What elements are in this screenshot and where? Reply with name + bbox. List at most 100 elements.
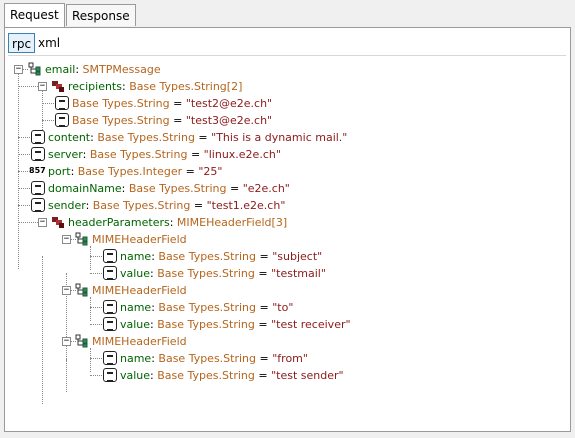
tree-node-port[interactable]: 857 port: Base Types.Integer = "25" [8, 163, 448, 180]
node-value: "to" [272, 301, 294, 314]
tree-line [90, 273, 102, 274]
node-value: "25" [198, 165, 223, 178]
subtab-xml[interactable]: xml [35, 33, 63, 53]
node-value: "e2e.ch" [242, 182, 290, 195]
node-type: SMTPMessage [82, 63, 161, 76]
struct-node-icon [75, 283, 88, 297]
tree-line [90, 324, 102, 325]
tab-response[interactable]: Response [66, 4, 136, 26]
tree-node-header-1-value[interactable]: value: Base Types.String = "testmail" [8, 265, 448, 282]
node-key: port [48, 165, 71, 178]
node-key: sender [48, 199, 86, 212]
tree-node-recipient-1[interactable]: Base Types.String = "test2@e2e.ch" [8, 95, 408, 112]
tree-line [18, 222, 38, 223]
node-key: content [48, 131, 91, 144]
tree-line [90, 358, 102, 359]
node-type: Base Types.String [128, 182, 227, 195]
collapse-icon[interactable]: − [38, 82, 47, 91]
node-key: server [48, 148, 83, 161]
string-value-icon [55, 96, 69, 110]
tree-line [18, 188, 30, 189]
collapse-icon[interactable]: − [62, 235, 71, 244]
tree-node-headerparameters[interactable]: − headerParameters: MIMEHeaderField[3] [8, 214, 448, 231]
node-value: "This is a dynamic mail." [211, 131, 348, 144]
tab-request[interactable]: Request [4, 3, 65, 27]
node-value: "from" [272, 352, 308, 365]
node-value: "test sender" [271, 369, 344, 382]
string-value-icon [103, 317, 117, 331]
collapse-icon[interactable]: − [14, 65, 23, 74]
tree-node-header-1-name[interactable]: name: Base Types.String = "subject" [8, 248, 448, 265]
tree-line [18, 171, 28, 172]
struct-node-icon [28, 62, 41, 76]
tree-line [90, 307, 102, 308]
string-value-icon [103, 249, 117, 263]
tree-line [42, 120, 54, 121]
struct-node-icon [75, 232, 88, 246]
string-value-icon [103, 351, 117, 365]
node-type: Base Types.String [157, 369, 255, 382]
node-type: Base Types.String [158, 352, 257, 365]
node-type: Base Types.Integer [77, 165, 183, 178]
string-value-icon [103, 300, 117, 314]
node-type: MIMEHeaderField [92, 284, 187, 297]
node-type: Base Types.String[2] [129, 80, 243, 93]
node-value: "test2@e2e.ch" [185, 97, 273, 110]
tree-node-recipients[interactable]: − recipients: Base Types.String[2] [8, 78, 408, 95]
node-key: name [120, 250, 152, 263]
node-value: "test3@e2e.ch" [185, 114, 273, 127]
node-type: Base Types.String [97, 131, 195, 144]
string-value-icon [103, 368, 117, 382]
tree-node-header-2-name[interactable]: name: Base Types.String = "to" [8, 299, 448, 316]
tree-node-header-2[interactable]: − MIMEHeaderField [8, 282, 448, 299]
string-value-icon [31, 130, 45, 144]
tree-node-content[interactable]: content: Base Types.String = "This is a … [8, 129, 448, 146]
node-type: Base Types.String [72, 97, 170, 110]
tree-line [18, 86, 38, 87]
request-panel: rpc xml − email: SMTPMessage − recipient… [4, 27, 571, 432]
node-key: headerParameters [68, 216, 170, 229]
node-type: Base Types.String [157, 318, 255, 331]
node-value: "test receiver" [271, 318, 351, 331]
string-value-icon [31, 147, 45, 161]
tree-node-header-3-name[interactable]: name: Base Types.String = "from" [8, 350, 448, 367]
tree-node-recipient-2[interactable]: Base Types.String = "test3@e2e.ch" [8, 112, 408, 129]
node-type: Base Types.String [158, 250, 257, 263]
node-key: name [120, 301, 152, 314]
node-type: Base Types.String [92, 199, 191, 212]
collapse-icon[interactable]: − [62, 337, 71, 346]
tree-line [18, 205, 30, 206]
tree-node-header-3-value[interactable]: value: Base Types.String = "test sender" [8, 367, 448, 384]
tree-line [90, 256, 102, 257]
tree-node-server[interactable]: server: Base Types.String = "linux.e2e.c… [8, 146, 448, 163]
tree-node-header-3[interactable]: − MIMEHeaderField [8, 333, 448, 350]
node-type: MIMEHeaderField [92, 335, 187, 348]
collapse-icon[interactable]: − [38, 218, 47, 227]
array-node-icon [52, 217, 64, 228]
tree-node-sender[interactable]: sender: Base Types.String = "test1.e2e.c… [8, 197, 448, 214]
tree-node-header-2-value[interactable]: value: Base Types.String = "test receive… [8, 316, 448, 333]
tree-line [90, 375, 102, 376]
array-node-icon [52, 81, 64, 92]
node-type: Base Types.String [158, 301, 257, 314]
tree-node-domainname[interactable]: domainName: Base Types.String = "e2e.ch" [8, 180, 448, 197]
tree-line [18, 154, 30, 155]
string-value-icon [103, 266, 117, 280]
string-value-icon [31, 198, 45, 212]
collapse-icon[interactable]: − [62, 286, 71, 295]
tree-line [42, 103, 54, 104]
tree-node-header-1[interactable]: − MIMEHeaderField [8, 231, 448, 248]
node-type: Base Types.String [72, 114, 170, 127]
node-type: MIMEHeaderField [92, 233, 187, 246]
message-tree: − email: SMTPMessage − recipients: Base … [8, 55, 566, 428]
node-type: Base Types.String [157, 267, 255, 280]
node-key: value [120, 369, 151, 382]
node-type: Base Types.String [89, 148, 188, 161]
subtab-rpc[interactable]: rpc [8, 33, 36, 53]
struct-node-icon [75, 334, 88, 348]
node-key: value [120, 318, 151, 331]
node-key: recipients [68, 80, 122, 93]
string-value-icon [55, 113, 69, 127]
tree-node-email[interactable]: − email: SMTPMessage [8, 61, 408, 78]
node-value: "subject" [272, 250, 323, 263]
